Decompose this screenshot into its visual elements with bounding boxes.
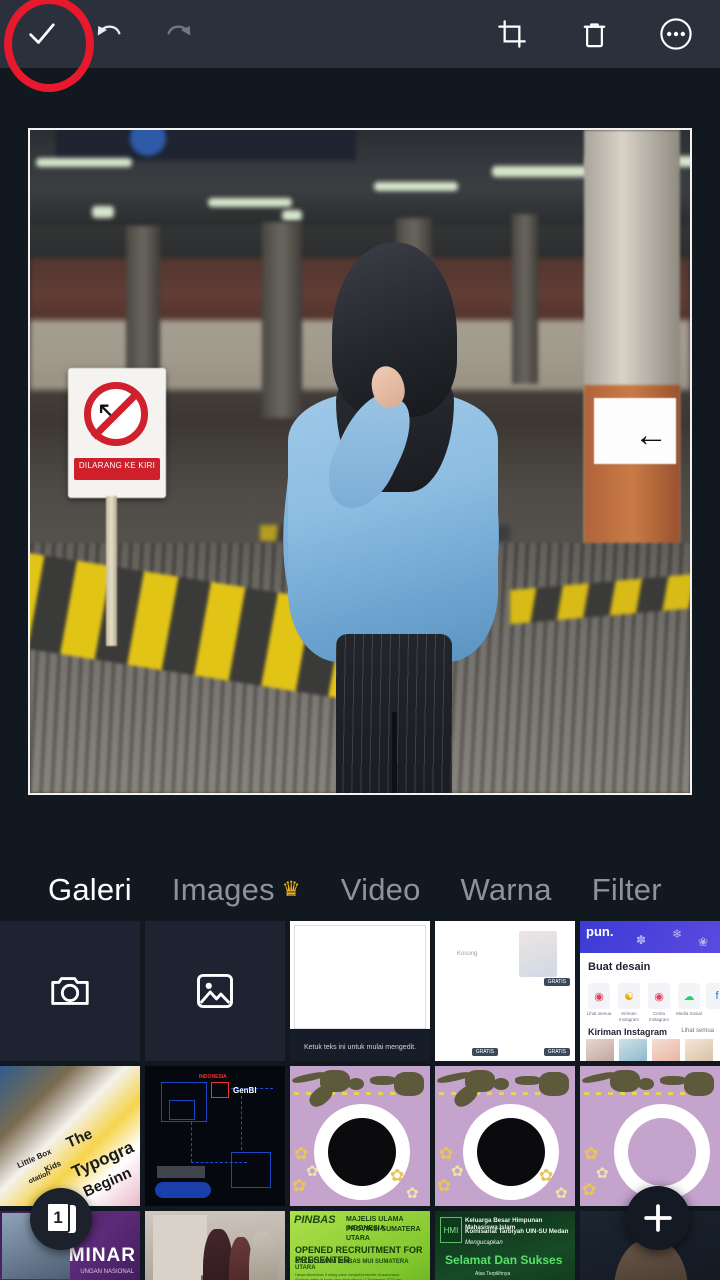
hmi-logo-icon: HMI — [440, 1217, 462, 1243]
tab-filter-label: Filter — [591, 871, 662, 907]
gallery-grid[interactable]: Ketuk teks ini untuk mulai mengedit. Kos… — [0, 921, 720, 1280]
gallery-item-pinbas-green-recruitment[interactable]: PINBAS MAJELIS ULAMA INDONESIA PROVINSI … — [290, 1211, 430, 1280]
thumb-text-bazar: BAZAR UMKM PINBAS MUI SUMATERA UTARA — [295, 1259, 409, 1271]
thumb-badge-gratis-3: GRATIS — [543, 1048, 570, 1056]
thumb-text-pun: pun. — [586, 924, 614, 939]
thumb-text-the: The — [63, 1125, 95, 1152]
image-icon — [197, 973, 233, 1009]
confirm-button[interactable] — [8, 0, 76, 68]
delete-button[interactable] — [560, 0, 628, 68]
thumb-text-genbi: GenBI — [233, 1086, 257, 1095]
plus-icon — [644, 1204, 672, 1232]
gallery-item-hmi-congratulation-poster[interactable]: HMI Keluarga Besar Himpunan Mahasiswa Is… — [435, 1211, 575, 1280]
gallery-item-canva-templates-screenshot[interactable]: Kosong GRATIS GRATIS GRATIS — [435, 921, 575, 1061]
person-subject — [273, 242, 510, 793]
redo-button[interactable] — [144, 0, 212, 68]
edited-photo: ← ↖ DILARANG KE KIRI — [30, 130, 690, 793]
trash-icon — [583, 22, 605, 47]
thumb-text-ungan: UNGAN NASIONAL — [80, 1269, 134, 1275]
gallery-item-indonesia-map-purple-3[interactable]: ✿ ✿ ✿ — [580, 1066, 720, 1206]
thumb-text-minar: MINAR — [68, 1245, 136, 1266]
pages-count-label: 1 — [46, 1202, 70, 1233]
tab-filter[interactable]: Filter — [592, 872, 662, 908]
undo-icon — [97, 25, 121, 36]
check-icon — [29, 23, 55, 44]
crown-icon: ♛ — [281, 878, 301, 901]
tab-images-label: Images — [171, 871, 275, 907]
tab-galeri-label: Galeri — [48, 871, 132, 907]
tab-images[interactable]: Images ♛ — [172, 872, 301, 908]
thumb-text-otation: otation — [27, 1169, 52, 1186]
thumb-text-mengucapkan: Mengucapkan — [465, 1240, 503, 1246]
gallery-item-typography-book-cover[interactable]: Little Box Kids otation The Typogra Begi… — [0, 1066, 140, 1206]
thumb-text-genbi-top: INDONESIA — [199, 1074, 227, 1080]
photo-editor-app: ← ↖ DILARANG KE KIRI Galeri Images ♛ Vid… — [0, 0, 720, 1280]
thumb-label-kiriman: Lihat semua — [586, 1011, 612, 1016]
content-tab-bar: Galeri Images ♛ Video Warna Filter — [0, 858, 720, 921]
open-camera-tile[interactable] — [0, 921, 140, 1061]
redo-icon — [167, 25, 191, 36]
thumb-text-kosong: Kosong — [457, 951, 478, 957]
tab-warna-label: Warna — [460, 871, 552, 907]
gallery-item-genbi-circuit-poster[interactable]: INDONESIA GenBI — [145, 1066, 285, 1206]
thumb-text-kiriman-instagram: Kiriman Instagram — [588, 1027, 668, 1037]
thumb-label-logo: Media Sosial — [676, 1011, 702, 1016]
more-options-button[interactable] — [642, 0, 710, 68]
crop-icon — [498, 20, 526, 48]
undo-button[interactable] — [76, 0, 144, 68]
open-image-picker-tile[interactable] — [145, 921, 285, 1061]
tab-warna[interactable]: Warna — [461, 872, 552, 908]
top-toolbar — [0, 0, 720, 68]
thumb-text-atas: Atas Terpilihnya — [475, 1271, 511, 1277]
gallery-item-group-photo-doorway[interactable] — [145, 1211, 285, 1280]
thumb-label-cerita: Kiriman Instagram — [618, 1011, 639, 1022]
more-icon — [660, 18, 692, 50]
tab-video[interactable]: Video — [341, 872, 421, 908]
thumb-text-buat-desain: Buat desain — [588, 961, 651, 973]
gallery-item-indonesia-map-purple-1[interactable]: ✿ ✿ ✿ ✿ ✿ — [290, 1066, 430, 1206]
thumb-badge-gratis: GRATIS — [543, 978, 570, 986]
pages-counter-button[interactable]: 1 — [30, 1188, 92, 1250]
thumb-badge-gratis-2: GRATIS — [471, 1048, 498, 1056]
pages-stack-icon: 1 — [46, 1202, 76, 1236]
toolbar-right-group — [478, 0, 710, 68]
thumb-text-selamat: Selamat Dan Sukses — [445, 1253, 563, 1267]
left-arrow-glyph: ← — [634, 416, 668, 454]
tab-video-label: Video — [340, 871, 421, 907]
traffic-sign-text: DILARANG KE KIRI — [78, 461, 156, 470]
add-page-button[interactable] — [626, 1186, 690, 1250]
crop-button[interactable] — [478, 0, 546, 68]
thumb-caption: Ketuk teks ini untuk mulai mengedit. — [290, 1030, 430, 1055]
thumb-text-lihat-semua: Lihat semua — [681, 1028, 714, 1034]
thumb-label-media: Cerita Instagram — [648, 1011, 669, 1022]
photo-canvas[interactable]: ← ↖ DILARANG KE KIRI — [28, 128, 692, 795]
thumb-text-komisariat: Komisariat Tarbiyah UIN-SU Medan — [465, 1228, 569, 1235]
toolbar-left-group — [8, 0, 212, 68]
camera-icon — [51, 977, 89, 1005]
tab-galeri[interactable]: Galeri — [48, 872, 132, 908]
canvas-area[interactable]: ← ↖ DILARANG KE KIRI — [0, 68, 720, 855]
gallery-item-indonesia-map-purple-2[interactable]: ✿ ✿ ✿ ✿ ✿ — [435, 1066, 575, 1206]
gallery-item-canva-home-screenshot[interactable]: pun. ✽ ❄ ❀ Buat desain ◉ ☯ ◉ ☁ f Lihat s… — [580, 921, 720, 1061]
thumb-text-provinsi: PROVINSI SUMATERA UTARA — [346, 1226, 421, 1242]
thumb-text-pinbas: PINBAS — [294, 1214, 336, 1226]
gallery-item-blank-canvas-screenshot[interactable]: Ketuk teks ini untuk mulai mengedit. — [290, 921, 430, 1061]
